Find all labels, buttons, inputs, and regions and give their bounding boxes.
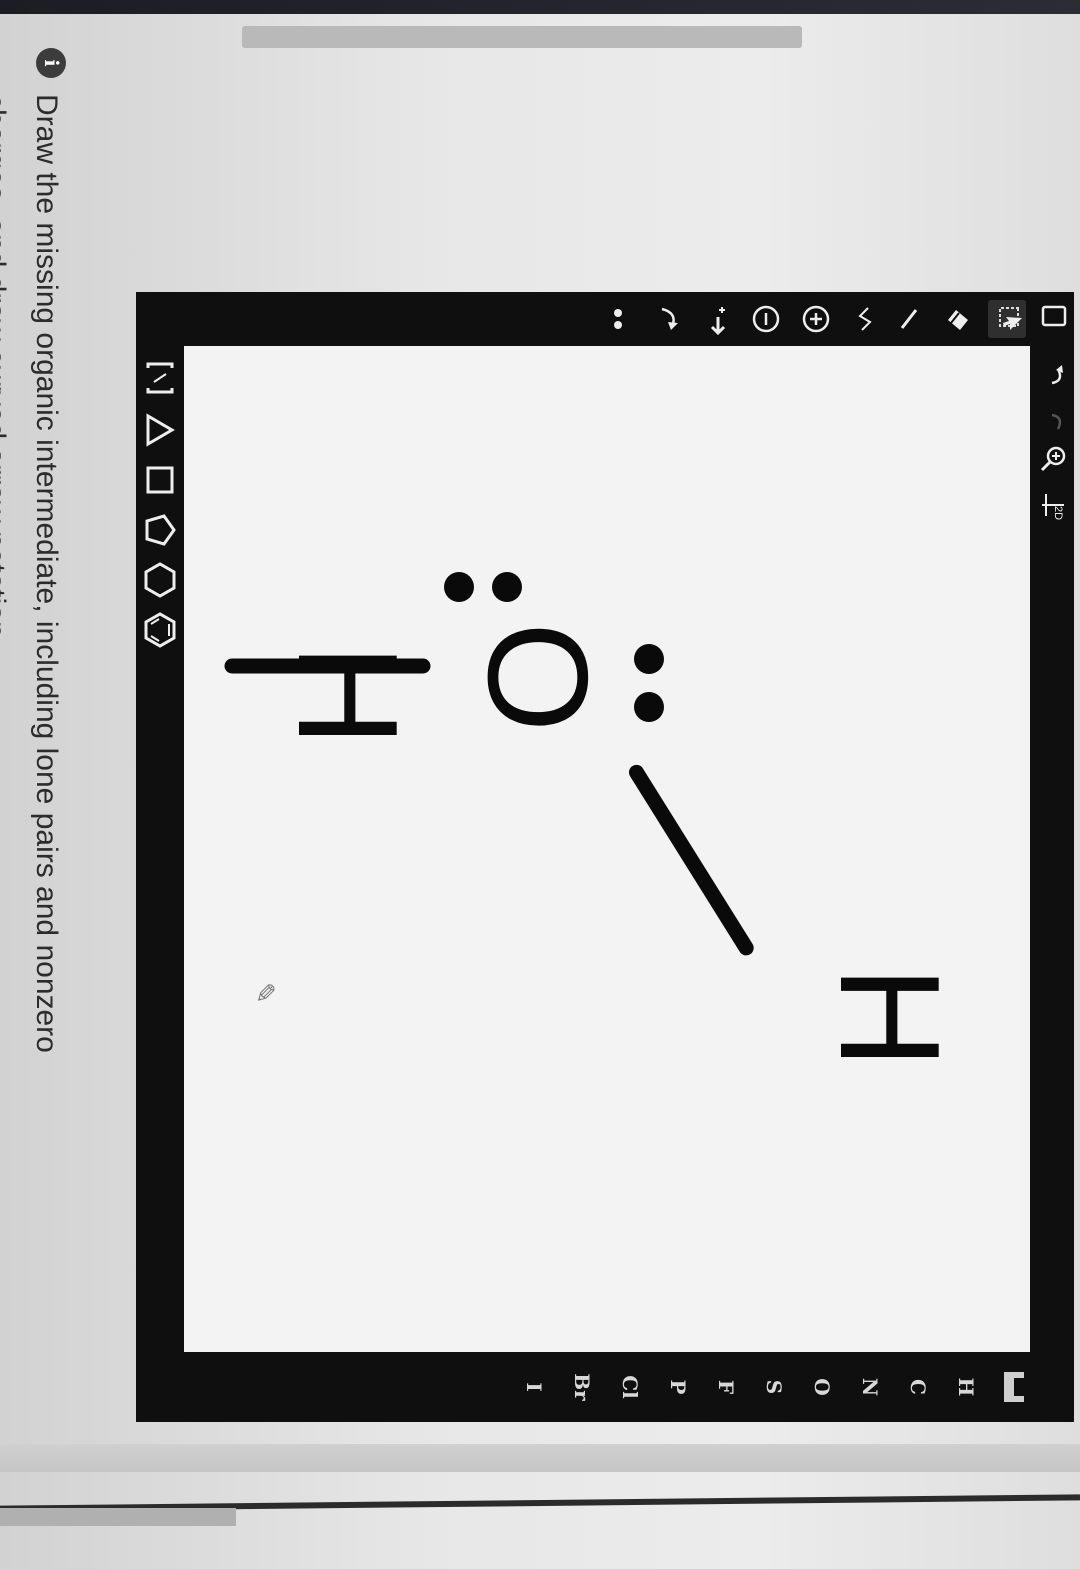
- clean-label: 2D: [1052, 506, 1064, 521]
- lone-pair-dot: [444, 572, 474, 602]
- monitor-top-bezel: [0, 0, 1080, 14]
- minus-charge-icon[interactable]: [744, 300, 782, 338]
- lone-pair-icon[interactable]: [596, 300, 634, 338]
- plus-charge-icon[interactable]: [794, 300, 832, 338]
- left-toolbar: [184, 292, 1030, 346]
- element-button-br[interactable]: Br: [562, 1366, 602, 1408]
- triangle-icon[interactable]: [142, 412, 178, 450]
- element-button-cl[interactable]: Cl: [610, 1366, 650, 1408]
- benzene-icon[interactable]: [142, 612, 178, 650]
- shapes-toolbar: [136, 346, 184, 1352]
- new-icon[interactable]: [1036, 300, 1068, 334]
- element-button-p[interactable]: P: [658, 1366, 698, 1408]
- periodic-table-icon[interactable]: [990, 1366, 1030, 1408]
- reaction-arrow-icon[interactable]: [696, 300, 734, 338]
- lone-pair-dot: [634, 644, 664, 674]
- eraser-icon[interactable]: [936, 300, 974, 338]
- redo-icon[interactable]: [1036, 406, 1068, 440]
- blurred-footer-block: [0, 1508, 236, 1526]
- undo-icon[interactable]: [1036, 358, 1068, 392]
- photo-screen: i Draw the missing organic intermediate,…: [0, 0, 1080, 1569]
- select-icon[interactable]: [988, 300, 1026, 338]
- single-bond-icon[interactable]: [886, 300, 924, 338]
- top-toolbar: 2D: [1030, 296, 1074, 696]
- element-button-f[interactable]: F: [706, 1366, 746, 1408]
- question-text: Draw the missing organic intermediate, i…: [0, 94, 63, 1053]
- 2d-clean-icon[interactable]: 2D: [1036, 488, 1068, 522]
- bond-o-h2[interactable]: [626, 762, 757, 959]
- pentagon-icon[interactable]: [142, 512, 178, 550]
- cursor-icon: ✎: [250, 982, 280, 1004]
- hydrogen-atom[interactable]: H: [268, 644, 427, 747]
- element-button-h[interactable]: H: [946, 1366, 986, 1408]
- element-button-i[interactable]: I: [514, 1366, 554, 1408]
- element-button-o[interactable]: O: [802, 1366, 842, 1408]
- drawing-canvas[interactable]: O H H ✎: [184, 346, 1030, 1352]
- element-button-n[interactable]: N: [850, 1366, 890, 1408]
- hexagon-icon[interactable]: [142, 562, 178, 600]
- zoom-icon[interactable]: [1036, 442, 1068, 476]
- element-button-c[interactable]: C: [898, 1366, 938, 1408]
- structure-editor: 2D O H H ✎ H C N O S F P Cl Br I: [136, 292, 1074, 1422]
- oxygen-atom[interactable]: O: [458, 622, 617, 732]
- lone-pair-dot: [492, 572, 522, 602]
- hydrogen-atom[interactable]: H: [810, 966, 969, 1069]
- element-toolbar: H C N O S F P Cl Br I: [184, 1352, 1030, 1422]
- curved-arrow-icon[interactable]: [646, 300, 684, 338]
- element-button-s[interactable]: S: [754, 1366, 794, 1408]
- rotated-page: i Draw the missing organic intermediate,…: [0, 28, 1077, 1468]
- bracket-icon[interactable]: [142, 360, 178, 398]
- square-icon[interactable]: [142, 462, 178, 500]
- info-icon: i: [36, 48, 66, 78]
- lone-pair-dot: [634, 692, 664, 722]
- chain-icon[interactable]: [840, 300, 878, 338]
